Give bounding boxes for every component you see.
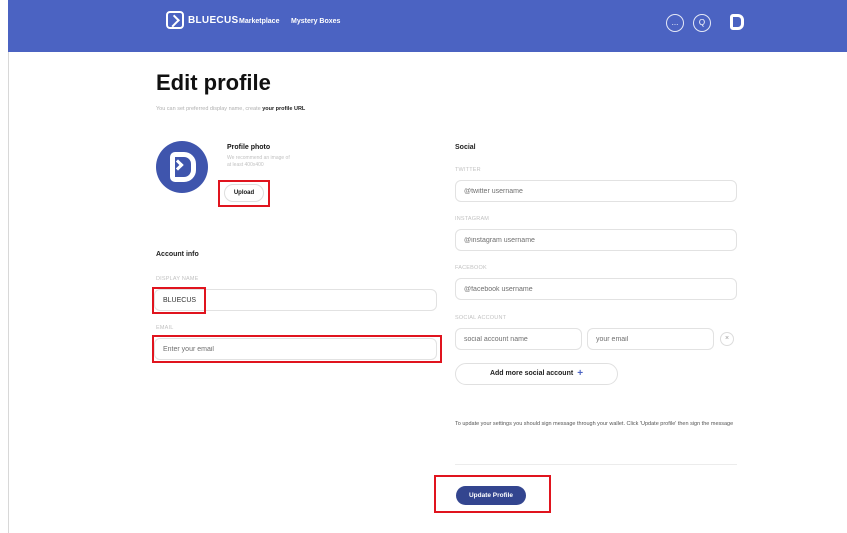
plus-icon: +: [577, 368, 584, 379]
display-name-field[interactable]: [154, 289, 437, 311]
wallet-sign-notice: To update your settings you should sign …: [455, 421, 734, 427]
avatar: [156, 141, 208, 193]
email-label: EMAIL: [156, 325, 174, 331]
add-social-account-button[interactable]: Add more social account +: [455, 363, 618, 385]
divider: [455, 464, 737, 465]
top-navbar: BLUECUS Marketplace Mystery Boxes ... Q: [8, 0, 847, 52]
subtitle-text: You can set preferred display name, crea…: [156, 106, 263, 112]
facebook-field[interactable]: [455, 278, 737, 300]
social-account-name-field[interactable]: [455, 328, 582, 350]
instagram-field[interactable]: [455, 229, 737, 251]
profile-photo-hint: We recommend an image of at least 400x40…: [227, 155, 290, 168]
brand-logo[interactable]: BLUECUS: [166, 11, 238, 29]
profile-photo-label: Profile photo: [227, 144, 271, 151]
social-heading: Social: [455, 144, 476, 151]
more-icon[interactable]: ...: [666, 14, 684, 32]
nav-mystery-boxes[interactable]: Mystery Boxes: [291, 18, 340, 25]
profile-url-link[interactable]: your profile URL: [262, 106, 305, 112]
social-account-email-field[interactable]: [587, 328, 714, 350]
bluecus-logo-icon: [166, 11, 184, 29]
upload-button[interactable]: Upload: [224, 184, 264, 202]
nav-marketplace[interactable]: Marketplace: [239, 18, 279, 25]
page-title: Edit profile: [156, 70, 271, 95]
page-subtitle: You can set preferred display name, crea…: [156, 106, 305, 112]
twitter-field[interactable]: [455, 180, 737, 202]
social-account-label: SOCIAL ACCOUNT: [455, 315, 507, 321]
add-social-account-label: Add more social account: [489, 370, 574, 377]
profile-logo-icon[interactable]: [730, 14, 744, 30]
display-name-label: DISPLAY NAME: [156, 276, 199, 282]
instagram-label: INSTAGRAM: [455, 216, 490, 222]
update-profile-button[interactable]: Update Profile: [456, 486, 526, 505]
facebook-label: FACEBOOK: [455, 265, 487, 271]
account-info-heading: Account info: [156, 251, 199, 258]
page-frame: [8, 0, 847, 533]
close-icon[interactable]: ×: [720, 332, 734, 346]
twitter-label: TWITTER: [455, 167, 481, 173]
search-icon[interactable]: Q: [693, 14, 711, 32]
brand-name: BLUECUS: [188, 14, 239, 26]
email-field[interactable]: [154, 338, 437, 360]
